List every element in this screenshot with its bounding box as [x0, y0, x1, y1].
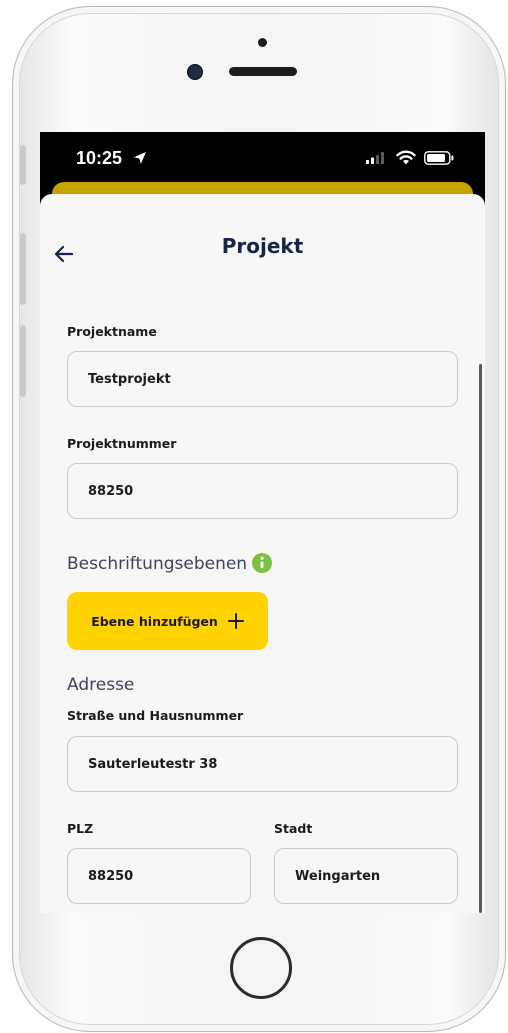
- city-label: Stadt: [274, 821, 313, 836]
- volume-up-button: [20, 233, 26, 305]
- street-input[interactable]: Sauterleutestr 38: [67, 736, 458, 792]
- home-button[interactable]: [230, 937, 292, 999]
- plus-icon: [227, 613, 244, 629]
- address-heading: Adresse: [67, 675, 135, 695]
- phone-screen: 10:25 Projekt Projektname Testprojekt Pr…: [40, 132, 485, 913]
- project-name-label: Projektname: [67, 324, 157, 339]
- scrollbar[interactable]: [479, 364, 482, 913]
- proximity-sensor: [258, 38, 267, 47]
- project-sheet: Projekt Projektname Testprojekt Projektn…: [40, 194, 485, 913]
- volume-down-button: [20, 325, 26, 397]
- battery-icon: [424, 151, 454, 165]
- layers-heading: Beschriftungsebenen: [67, 554, 248, 574]
- project-number-input[interactable]: 88250: [67, 463, 458, 519]
- page-title: Projekt: [221, 234, 304, 258]
- project-number-label: Projektnummer: [67, 436, 177, 451]
- front-camera: [187, 64, 203, 80]
- earpiece-speaker: [229, 67, 297, 76]
- mute-switch: [20, 145, 26, 185]
- location-arrow-icon: [134, 152, 146, 164]
- add-layer-label: Ebene hinzufügen: [91, 613, 218, 629]
- project-name-input[interactable]: Testprojekt: [67, 351, 458, 407]
- status-time: 10:25: [76, 148, 123, 168]
- add-layer-button[interactable]: Ebene hinzufügen: [67, 592, 268, 650]
- info-icon[interactable]: [252, 553, 272, 573]
- city-input[interactable]: Weingarten: [274, 848, 458, 904]
- wifi-icon: [396, 150, 416, 165]
- zip-input[interactable]: 88250: [67, 848, 251, 904]
- zip-label: PLZ: [67, 821, 94, 836]
- signal-icon: [366, 152, 384, 164]
- street-label: Straße und Hausnummer: [67, 708, 244, 723]
